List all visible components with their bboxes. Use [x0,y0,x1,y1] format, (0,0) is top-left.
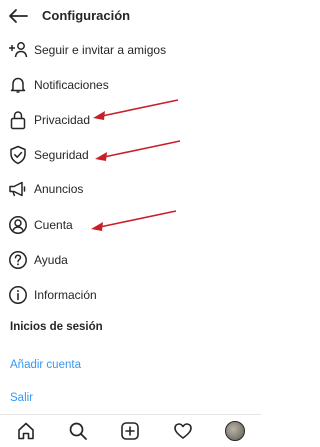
tab-profile[interactable] [223,419,247,443]
tab-activity[interactable] [171,419,195,443]
add-user-icon [8,40,28,60]
menu-item-label: Privacidad [34,113,91,127]
menu-item-account[interactable]: Cuenta [0,210,261,240]
tab-home[interactable] [14,419,38,443]
menu-item-label: Seguir e invitar a amigos [34,43,167,57]
add-account-link[interactable]: Añadir cuenta [10,359,81,371]
tab-new-post[interactable] [118,419,142,443]
menu-item-help[interactable]: Ayuda [0,245,261,275]
logout-link[interactable]: Salir [10,392,33,404]
page-title: Configuración [42,8,131,23]
search-icon [69,422,88,440]
new-post-icon [121,422,140,440]
menu-item-label: Seguridad [34,148,89,162]
menu-item-information[interactable]: Información [0,280,261,310]
menu-item-notifications[interactable]: Notificaciones [0,70,261,100]
tab-search[interactable] [66,419,90,443]
back-arrow-icon [9,9,28,23]
menu-item-label: Cuenta [34,218,73,232]
help-icon [8,250,28,270]
info-icon [8,285,28,305]
lock-icon [8,110,28,130]
menu-item-security[interactable]: Seguridad [0,140,261,170]
back-button[interactable] [6,5,30,27]
logins-section-title: Inicios de sesión [10,321,103,333]
top-bar: Configuración [0,0,261,33]
menu-item-privacy[interactable]: Privacidad [0,105,261,135]
bell-icon [8,75,28,95]
bottom-tab-bar [0,414,261,447]
menu-item-label: Notificaciones [34,78,109,92]
menu-item-follow-invite[interactable]: Seguir e invitar a amigos [0,35,261,65]
menu-item-label: Ayuda [34,253,68,267]
profile-avatar [224,421,245,441]
menu-item-ads[interactable]: Anuncios [0,174,261,204]
menu-item-label: Información [34,288,97,302]
megaphone-icon [8,179,28,199]
menu-item-label: Anuncios [34,182,84,196]
account-icon [8,215,28,235]
home-icon [18,422,34,440]
shield-check-icon [8,145,28,165]
heart-icon [173,423,192,439]
